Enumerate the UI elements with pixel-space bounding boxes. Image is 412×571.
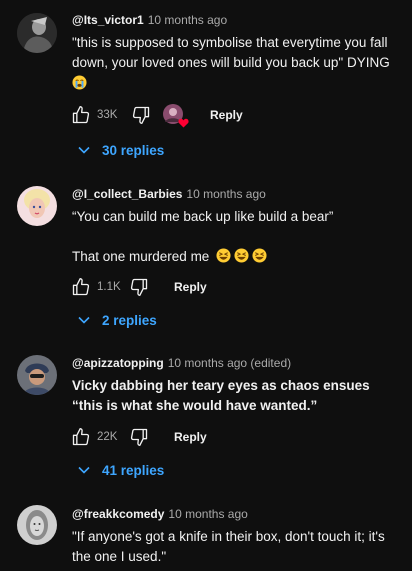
reply-button[interactable]: Reply <box>174 430 207 444</box>
chevron-down-icon <box>78 316 90 324</box>
replies-count-label: 41 replies <box>102 462 165 478</box>
view-replies-button[interactable]: 41 replies <box>76 460 164 480</box>
avatar[interactable] <box>17 13 57 53</box>
replies-count-label: 2 replies <box>102 312 157 328</box>
thumbs-down-icon <box>130 278 148 296</box>
comment-timestamp[interactable]: 10 months ago (edited) <box>168 356 291 370</box>
grinning-squinting-face-emoji <box>216 248 231 263</box>
reply-button[interactable]: Reply <box>210 108 243 122</box>
dislike-button[interactable] <box>128 276 150 298</box>
thumbs-up-icon <box>72 278 90 296</box>
comment-author[interactable]: @apizzatopping <box>72 356 164 370</box>
thumbs-up-icon <box>72 106 90 124</box>
comment-author[interactable]: @I_collect_Barbies <box>72 187 182 201</box>
creator-heart <box>162 103 189 128</box>
loudly-crying-face-emoji <box>72 75 87 90</box>
comment-actions: 22K Reply <box>70 425 207 449</box>
like-button[interactable] <box>70 276 92 298</box>
comment-header: @apizzatopping 10 months ago (edited) <box>72 355 402 371</box>
comment-header: @I_collect_Barbies 10 months ago <box>72 186 402 202</box>
comment-timestamp[interactable]: 10 months ago <box>148 13 227 27</box>
avatar[interactable] <box>17 186 57 226</box>
replies-count-label: 30 replies <box>102 142 165 158</box>
like-count: 22K <box>97 431 118 443</box>
comment-text: Vicky dabbing her teary eyes as chaos en… <box>72 378 370 413</box>
chevron-down-icon <box>78 466 90 474</box>
comment-author[interactable]: @Its_victor1 <box>72 13 144 27</box>
view-replies-button[interactable]: 30 replies <box>76 140 164 160</box>
avatar[interactable] <box>17 505 57 545</box>
reply-button[interactable]: Reply <box>174 280 207 294</box>
comment-text: "If anyone's got a knife in their box, d… <box>72 529 385 564</box>
grinning-squinting-face-emoji <box>252 248 267 263</box>
thumbs-up-icon <box>72 428 90 446</box>
comment-actions: 1.1K Reply <box>70 275 207 299</box>
comment-timestamp[interactable]: 10 months ago <box>168 507 247 521</box>
dislike-button[interactable] <box>128 426 150 448</box>
comment-text: "this is supposed to symbolise that ever… <box>72 33 402 94</box>
comment-author[interactable]: @freakkcomedy <box>72 507 164 521</box>
like-count: 33K <box>97 109 118 121</box>
comment-timestamp[interactable]: 10 months ago <box>186 187 265 201</box>
heart-icon <box>178 118 189 128</box>
comment-header: @Its_victor1 10 months ago <box>72 12 402 28</box>
like-button[interactable] <box>70 426 92 448</box>
comment-header: @freakkcomedy 10 months ago <box>72 506 402 522</box>
grinning-squinting-face-emoji <box>234 248 249 263</box>
chevron-down-icon <box>78 146 90 154</box>
dislike-button[interactable] <box>130 104 152 126</box>
comment-text: “You can build me back up like build a b… <box>72 209 334 264</box>
like-button[interactable] <box>70 104 92 126</box>
thumbs-down-icon <box>130 428 148 446</box>
laughing-emojis <box>216 248 270 264</box>
comment-actions: 33K Reply <box>70 103 243 128</box>
like-count: 1.1K <box>97 281 121 293</box>
avatar[interactable] <box>17 355 57 395</box>
thumbs-down-icon <box>132 106 150 125</box>
view-replies-button[interactable]: 2 replies <box>76 310 157 330</box>
